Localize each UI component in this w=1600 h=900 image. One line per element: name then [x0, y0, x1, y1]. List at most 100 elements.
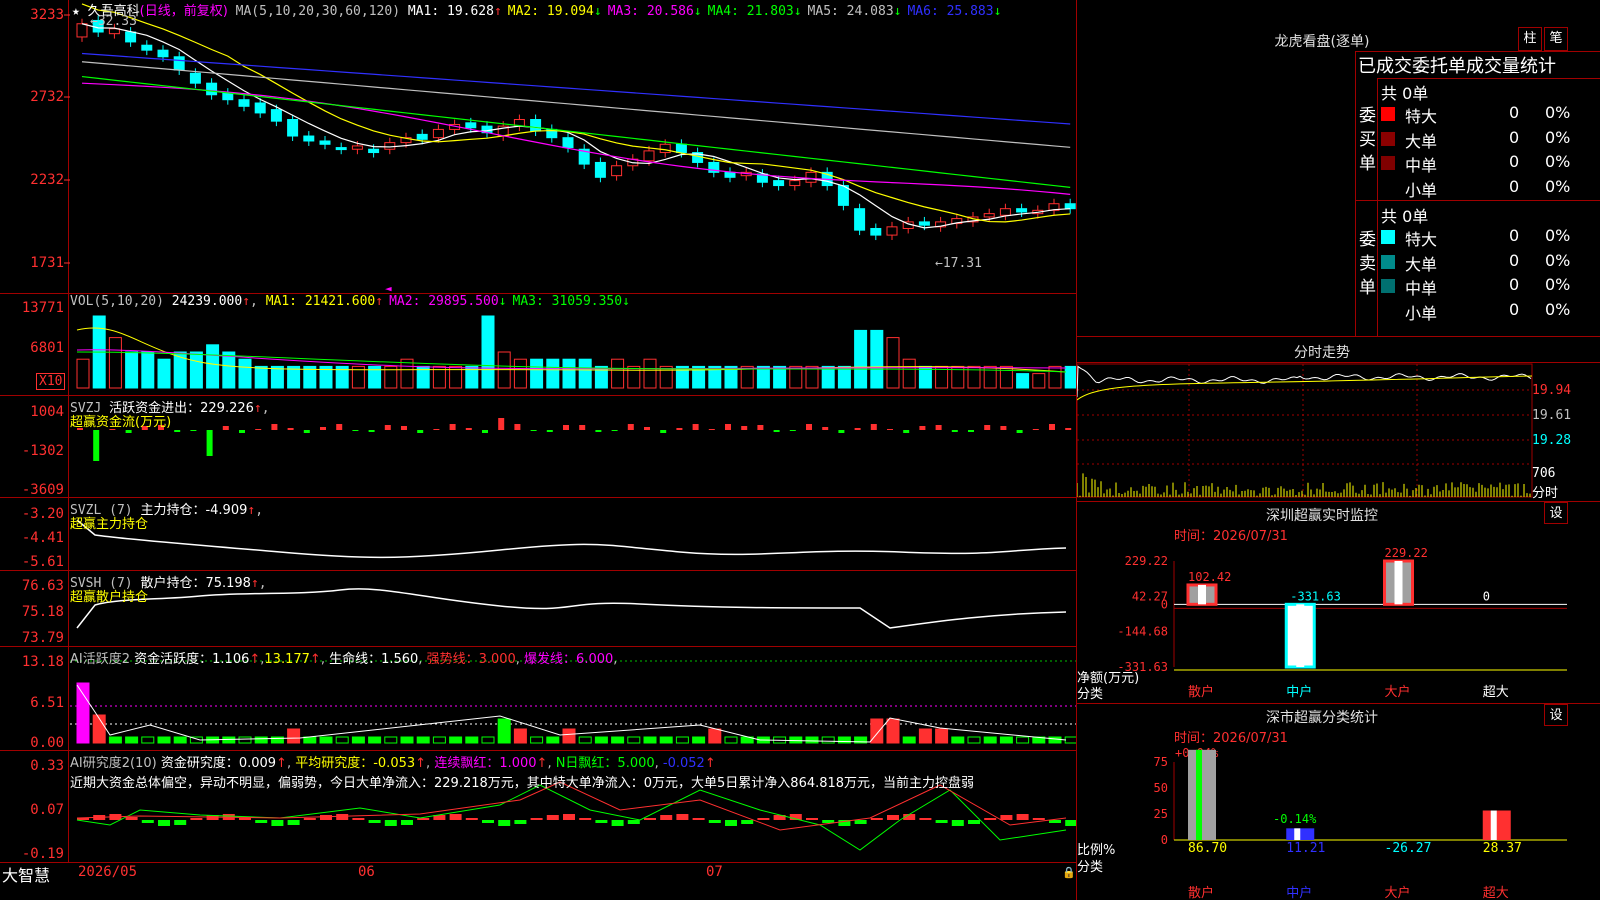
- order-count: 0: [1509, 103, 1519, 122]
- flow-bar: [579, 425, 585, 430]
- indicator-label: AI研究度2(10): [70, 756, 157, 771]
- volume-bar: [1065, 366, 1076, 388]
- chart-area[interactable]: ◄ ★ 久吾高科(日线，前复权) MA(5,10,20,30,60,120) M…: [0, 0, 1076, 900]
- monitor-bar-highlight: [1296, 604, 1304, 667]
- flow-bar: [239, 430, 245, 433]
- flow-bar: [401, 426, 407, 430]
- monitor-bar-highlight: [1395, 561, 1403, 604]
- volume-bar: [190, 352, 202, 388]
- flow-bar: [288, 428, 294, 430]
- classify-category: 中户: [1286, 885, 1312, 900]
- activity-bar: [417, 737, 429, 743]
- ma-ma3: MA3: 31059.350↓: [513, 294, 630, 309]
- research-bar: [1000, 815, 1012, 820]
- flow-bar: [255, 429, 261, 430]
- monitor-y-tick: -144.68: [1117, 625, 1168, 639]
- y-tick: -3.20: [0, 506, 64, 522]
- color-swatch: [1381, 156, 1395, 170]
- intraday-y: 19.61: [1532, 408, 1571, 423]
- flow-bar: [693, 424, 699, 430]
- research-bar: [919, 818, 931, 820]
- activity-bar: [320, 737, 332, 743]
- monitor-y-tick: -331.63: [1117, 660, 1168, 674]
- ai-comment: 近期大资金总体偏空，异动不明显，偏弱势，今日大单净流入：229.218万元，其中…: [70, 772, 974, 791]
- flow-bar: [320, 427, 326, 430]
- ma-ma5: MA5: 24.083↓: [808, 4, 902, 19]
- y-tick: 1004: [0, 404, 64, 420]
- flow-bar: [871, 424, 877, 430]
- order-count: 0: [1509, 226, 1519, 245]
- volume-bar: [1049, 366, 1061, 388]
- activity-bar: [790, 737, 802, 743]
- intraday-chart[interactable]: [1077, 362, 1600, 502]
- trend-arrow: ↓: [894, 4, 902, 19]
- research-bar: [693, 818, 705, 820]
- candle: [158, 50, 168, 57]
- candle: [644, 151, 654, 161]
- candle: [855, 209, 865, 230]
- trend-arrow: ↓: [994, 4, 1002, 19]
- monitor-category: 中户: [1286, 684, 1312, 700]
- intraday-avg-line: [1077, 376, 1532, 400]
- volume-bar: [1017, 374, 1029, 388]
- activity-bar: [288, 729, 300, 743]
- ma1-line: [82, 24, 1070, 228]
- research-bar: [563, 814, 575, 820]
- candle: [660, 144, 670, 152]
- flow-bar: [952, 430, 958, 432]
- candle: [984, 214, 994, 217]
- ma-ma6: MA6: 25.883↓: [907, 4, 1001, 19]
- app-logo: 大智慧: [2, 862, 50, 886]
- color-swatch: [1381, 132, 1395, 146]
- activity-bar: [612, 737, 624, 743]
- research-bar: [579, 818, 591, 820]
- activity-bar: [1000, 737, 1012, 743]
- activity-bar: [482, 737, 494, 743]
- order-row: 大单 0 0%: [1381, 128, 1600, 150]
- candle: [271, 110, 281, 122]
- activity-bar: [952, 737, 964, 743]
- flow-bar: [1017, 430, 1023, 433]
- candle: [1017, 209, 1027, 212]
- candle: [223, 93, 233, 100]
- flow-bar: [514, 424, 520, 430]
- research-bar: [336, 814, 348, 820]
- order-row: 大单 0 0%: [1381, 251, 1600, 273]
- tick-mode-button[interactable]: 笔: [1544, 27, 1568, 51]
- low-price-marker: ←17.31: [935, 256, 982, 271]
- volume-bar: [774, 366, 786, 388]
- volume-bar: [790, 366, 802, 388]
- burst-line: 爆发线：6.000: [524, 652, 613, 667]
- research-bar: [1049, 820, 1061, 823]
- buy-total: 共 0单: [1381, 80, 1428, 104]
- lock-icon[interactable]: 🔒: [1062, 866, 1076, 879]
- volume-bar: [158, 359, 170, 388]
- cont-value: 连续飘红：1.000: [434, 756, 536, 771]
- research-bar: [725, 820, 737, 826]
- flow-bar: [612, 430, 618, 431]
- flow-bar: [790, 430, 796, 431]
- research-bar: [239, 818, 251, 820]
- flow-bar: [547, 430, 553, 432]
- buy-orders-label: 委买单: [1359, 104, 1375, 176]
- classify-bar-label: 11.21: [1286, 841, 1325, 856]
- flow-bar: [774, 430, 780, 432]
- candle: [676, 144, 686, 152]
- candle: [563, 138, 573, 148]
- bar-mode-button[interactable]: 柱: [1518, 27, 1542, 51]
- y-tick: -0.19: [0, 846, 64, 862]
- order-row: 中单 0 0%: [1381, 275, 1600, 297]
- activity-bar: [126, 737, 138, 743]
- divider: [1377, 78, 1600, 79]
- flow-bar: [223, 426, 229, 430]
- flow-bar: [757, 425, 763, 430]
- activity-bar: [498, 719, 510, 743]
- volume-bar: [126, 352, 138, 388]
- research-bar: [628, 820, 640, 824]
- star-icon[interactable]: ★: [72, 4, 80, 19]
- research-bar: [984, 818, 996, 820]
- volume-bar: [223, 352, 235, 388]
- y-tick: 1731: [0, 255, 64, 271]
- research-bar: [936, 820, 948, 823]
- x-tick: 06: [358, 864, 375, 880]
